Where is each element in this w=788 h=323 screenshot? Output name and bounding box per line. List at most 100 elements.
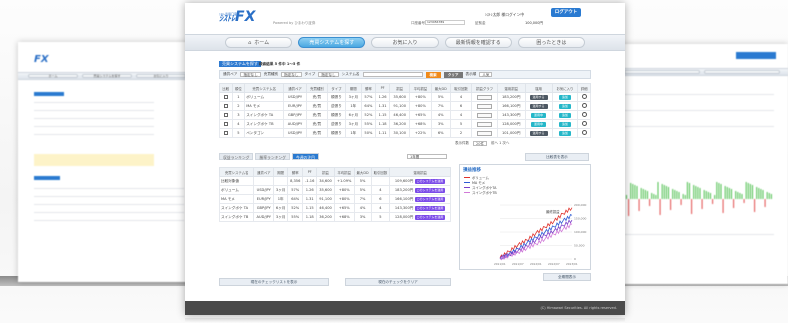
compare-checkbox[interactable]	[219, 92, 233, 102]
system-name-link[interactable]: MA モメ	[244, 101, 285, 111]
ranking-pair: GBP/JPY	[253, 203, 275, 213]
table-row[interactable]: 5 ペンタゴン USD/JPY 売/買 順張り 1年 50% 1.11 30,100 +22% 6%…	[219, 128, 591, 138]
ranking-system-name[interactable]: MA モメ	[218, 194, 255, 204]
system-name-link[interactable]: ボリューム	[244, 92, 285, 102]
nav-find-system[interactable]: 売買システムを探す	[298, 37, 366, 48]
detail-cell	[577, 110, 591, 120]
col-win: 勝率	[360, 83, 377, 93]
table-row[interactable]: 4 スイングポケ TB AUD/JPY 売/買 逆張り 3ヶ月 55% 1.18 36,200 +…	[219, 119, 591, 129]
run-system-button[interactable]: このシステムを運用	[414, 178, 446, 184]
ranking-system-name[interactable]: ボリューム	[218, 185, 255, 195]
compare-checkbox[interactable]	[219, 119, 233, 129]
system-name-link[interactable]: スイングポケ TB	[244, 119, 285, 129]
run-system-button[interactable]: このシステムを運用	[414, 205, 446, 211]
compare-checkbox[interactable]	[219, 101, 233, 111]
filter2-select[interactable]: 指定なし	[281, 72, 302, 77]
ranking-row[interactable]: スイングポケ TA GBP/JPY 6ヶ月 52% 1.15 46,400 +65% 4% 4 1…	[218, 203, 451, 213]
magnifier-icon[interactable]	[581, 103, 587, 108]
right-row	[624, 126, 774, 127]
add-favorite-button[interactable]: 追加	[558, 130, 571, 136]
view-all-period-button[interactable]: 全期間表示	[543, 273, 591, 281]
avg-cell: +22%	[409, 128, 432, 138]
site-logo[interactable]: ｼｽﾄﾚ専用口座 ｼｽﾄﾚFX	[219, 10, 255, 26]
rcol-trades: 取引回数	[370, 167, 391, 177]
tab-featured[interactable]: 今週の注目	[291, 153, 319, 160]
magnifier-icon[interactable]	[581, 121, 587, 126]
col-pl: 損益	[389, 83, 411, 93]
col-type: タイプ	[327, 83, 346, 93]
logout-button[interactable]: ログアウト	[551, 8, 581, 17]
page-footer: (C) Himawari Securities. All rights rese…	[185, 301, 625, 315]
system-name-link[interactable]: ペンタゴン	[244, 128, 285, 138]
compare-checkbox[interactable]	[219, 110, 233, 120]
nav-latest-info[interactable]: 最新情報を確認する	[444, 37, 512, 48]
table-row[interactable]: 2 MA モメ EUR/JPY 売/買 逆張り 1年 64% 1.31 91,100 +80% 7%…	[219, 101, 591, 111]
side-cell: 売/買	[305, 128, 329, 138]
preview-bar	[659, 199, 661, 215]
ranking-system-name[interactable]: スイングポケ TB	[218, 212, 255, 222]
table-row[interactable]: 1 ボリューム USD/JPY 売/買 順張り 3ヶ月 57% 1.26 35,600 +80% 5…	[219, 92, 591, 102]
keyword-input[interactable]	[362, 72, 423, 77]
win-cell: 50%	[360, 128, 377, 138]
preview-bar	[644, 190, 646, 199]
nav-favorites[interactable]: お気に入り	[371, 37, 439, 48]
nav-home[interactable]: ⌂ ホーム	[225, 37, 293, 48]
ranking-row[interactable]: ボリューム USD/JPY 3ヶ月 57% 1.26 35,600 +80% 5% 4 183,2…	[218, 185, 451, 195]
preview-bar	[672, 189, 674, 199]
add-favorite-button[interactable]: 追加	[558, 103, 571, 109]
nav-help[interactable]: 困ったときは	[517, 37, 586, 48]
magnifier-icon[interactable]	[581, 130, 587, 135]
add-favorite-button[interactable]: 追加	[558, 94, 571, 100]
home-icon: ⌂	[248, 39, 252, 46]
ranking-row[interactable]: MA モメ EUR/JPY 1年 64% 1.31 91,100 +80% 7% 6 166,10…	[218, 194, 451, 204]
run-button[interactable]: 運用する	[529, 94, 548, 100]
table-row[interactable]: 3 スイングポケ TA GBP/JPY 売/買 順張り 6ヶ月 52% 1.15 46,400 +…	[219, 110, 591, 120]
filter1-select[interactable]: 指定なし	[240, 72, 261, 77]
ranking-row[interactable]: 比較対象値 8,356 -1.16 34,600 +1.09% 5% 109,600円 この…	[218, 176, 451, 186]
preview-bar	[665, 186, 667, 199]
reset-button[interactable]: クリア	[443, 71, 463, 78]
preview-bar	[657, 182, 659, 199]
run-button[interactable]: 運用する	[529, 130, 548, 136]
ranking-trades: 5	[370, 212, 391, 222]
pager-select[interactable]: 20件	[473, 141, 487, 146]
run-button[interactable]: 運用中	[531, 121, 547, 127]
account-field[interactable]: 123456789	[425, 20, 465, 25]
ranking-period: 1年	[273, 194, 289, 204]
period-select[interactable]: 1年間	[407, 154, 447, 159]
right-row	[624, 234, 774, 235]
ranking-row[interactable]: スイングポケ TB AUD/JPY 3ヶ月 55% 1.18 36,200 +68% 3% 5 1…	[218, 212, 451, 222]
trades-cell: 2	[449, 128, 473, 138]
add-favorite-button[interactable]: 追加	[558, 112, 571, 118]
run-button[interactable]: 運用する	[529, 103, 548, 109]
pager-nav[interactable]: 前へ 1 次へ	[491, 141, 509, 146]
tab-win-ranking[interactable]: 勝率ランキング	[255, 153, 290, 160]
show-checklist-button[interactable]: 現在のチェックリストを表示	[219, 278, 329, 286]
sort-select[interactable]: 人気	[479, 72, 493, 77]
compare-table-button[interactable]: 比較表を表示	[525, 153, 589, 161]
preview-bar	[630, 183, 632, 199]
filter3-select[interactable]: 指定なし	[318, 72, 339, 77]
ranking-system-name[interactable]: 比較対象値	[218, 176, 255, 186]
clear-checklist-button[interactable]: 現在のチェックをクリア	[345, 278, 451, 286]
ranking-pf: -1.16	[302, 176, 318, 186]
tab-profit-ranking[interactable]: 収益ランキング	[219, 153, 254, 160]
run-system-button[interactable]: このシステムを運用	[414, 196, 446, 202]
detail-cell	[577, 119, 591, 129]
ranking-system-name[interactable]: スイングポケ TA	[218, 203, 255, 213]
run-button[interactable]: 運用中	[531, 112, 547, 118]
add-favorite-button[interactable]: 追加	[558, 121, 571, 127]
left-row	[34, 212, 184, 213]
magnifier-icon[interactable]	[581, 94, 587, 99]
run-system-button[interactable]: このシステムを運用	[414, 214, 446, 220]
result-cell: 183,200円	[496, 92, 526, 102]
avg-cell: +65%	[409, 110, 432, 120]
magnifier-icon[interactable]	[581, 112, 587, 117]
ranking-pl: 35,600	[316, 185, 335, 195]
run-system-button[interactable]: このシステムを運用	[414, 187, 446, 193]
system-name-link[interactable]: スイングポケ TA	[244, 110, 285, 120]
detail-cell	[577, 128, 591, 138]
compare-checkbox[interactable]	[219, 128, 233, 138]
col-run: 運用	[524, 83, 553, 93]
search-button[interactable]: 検索	[425, 71, 441, 78]
